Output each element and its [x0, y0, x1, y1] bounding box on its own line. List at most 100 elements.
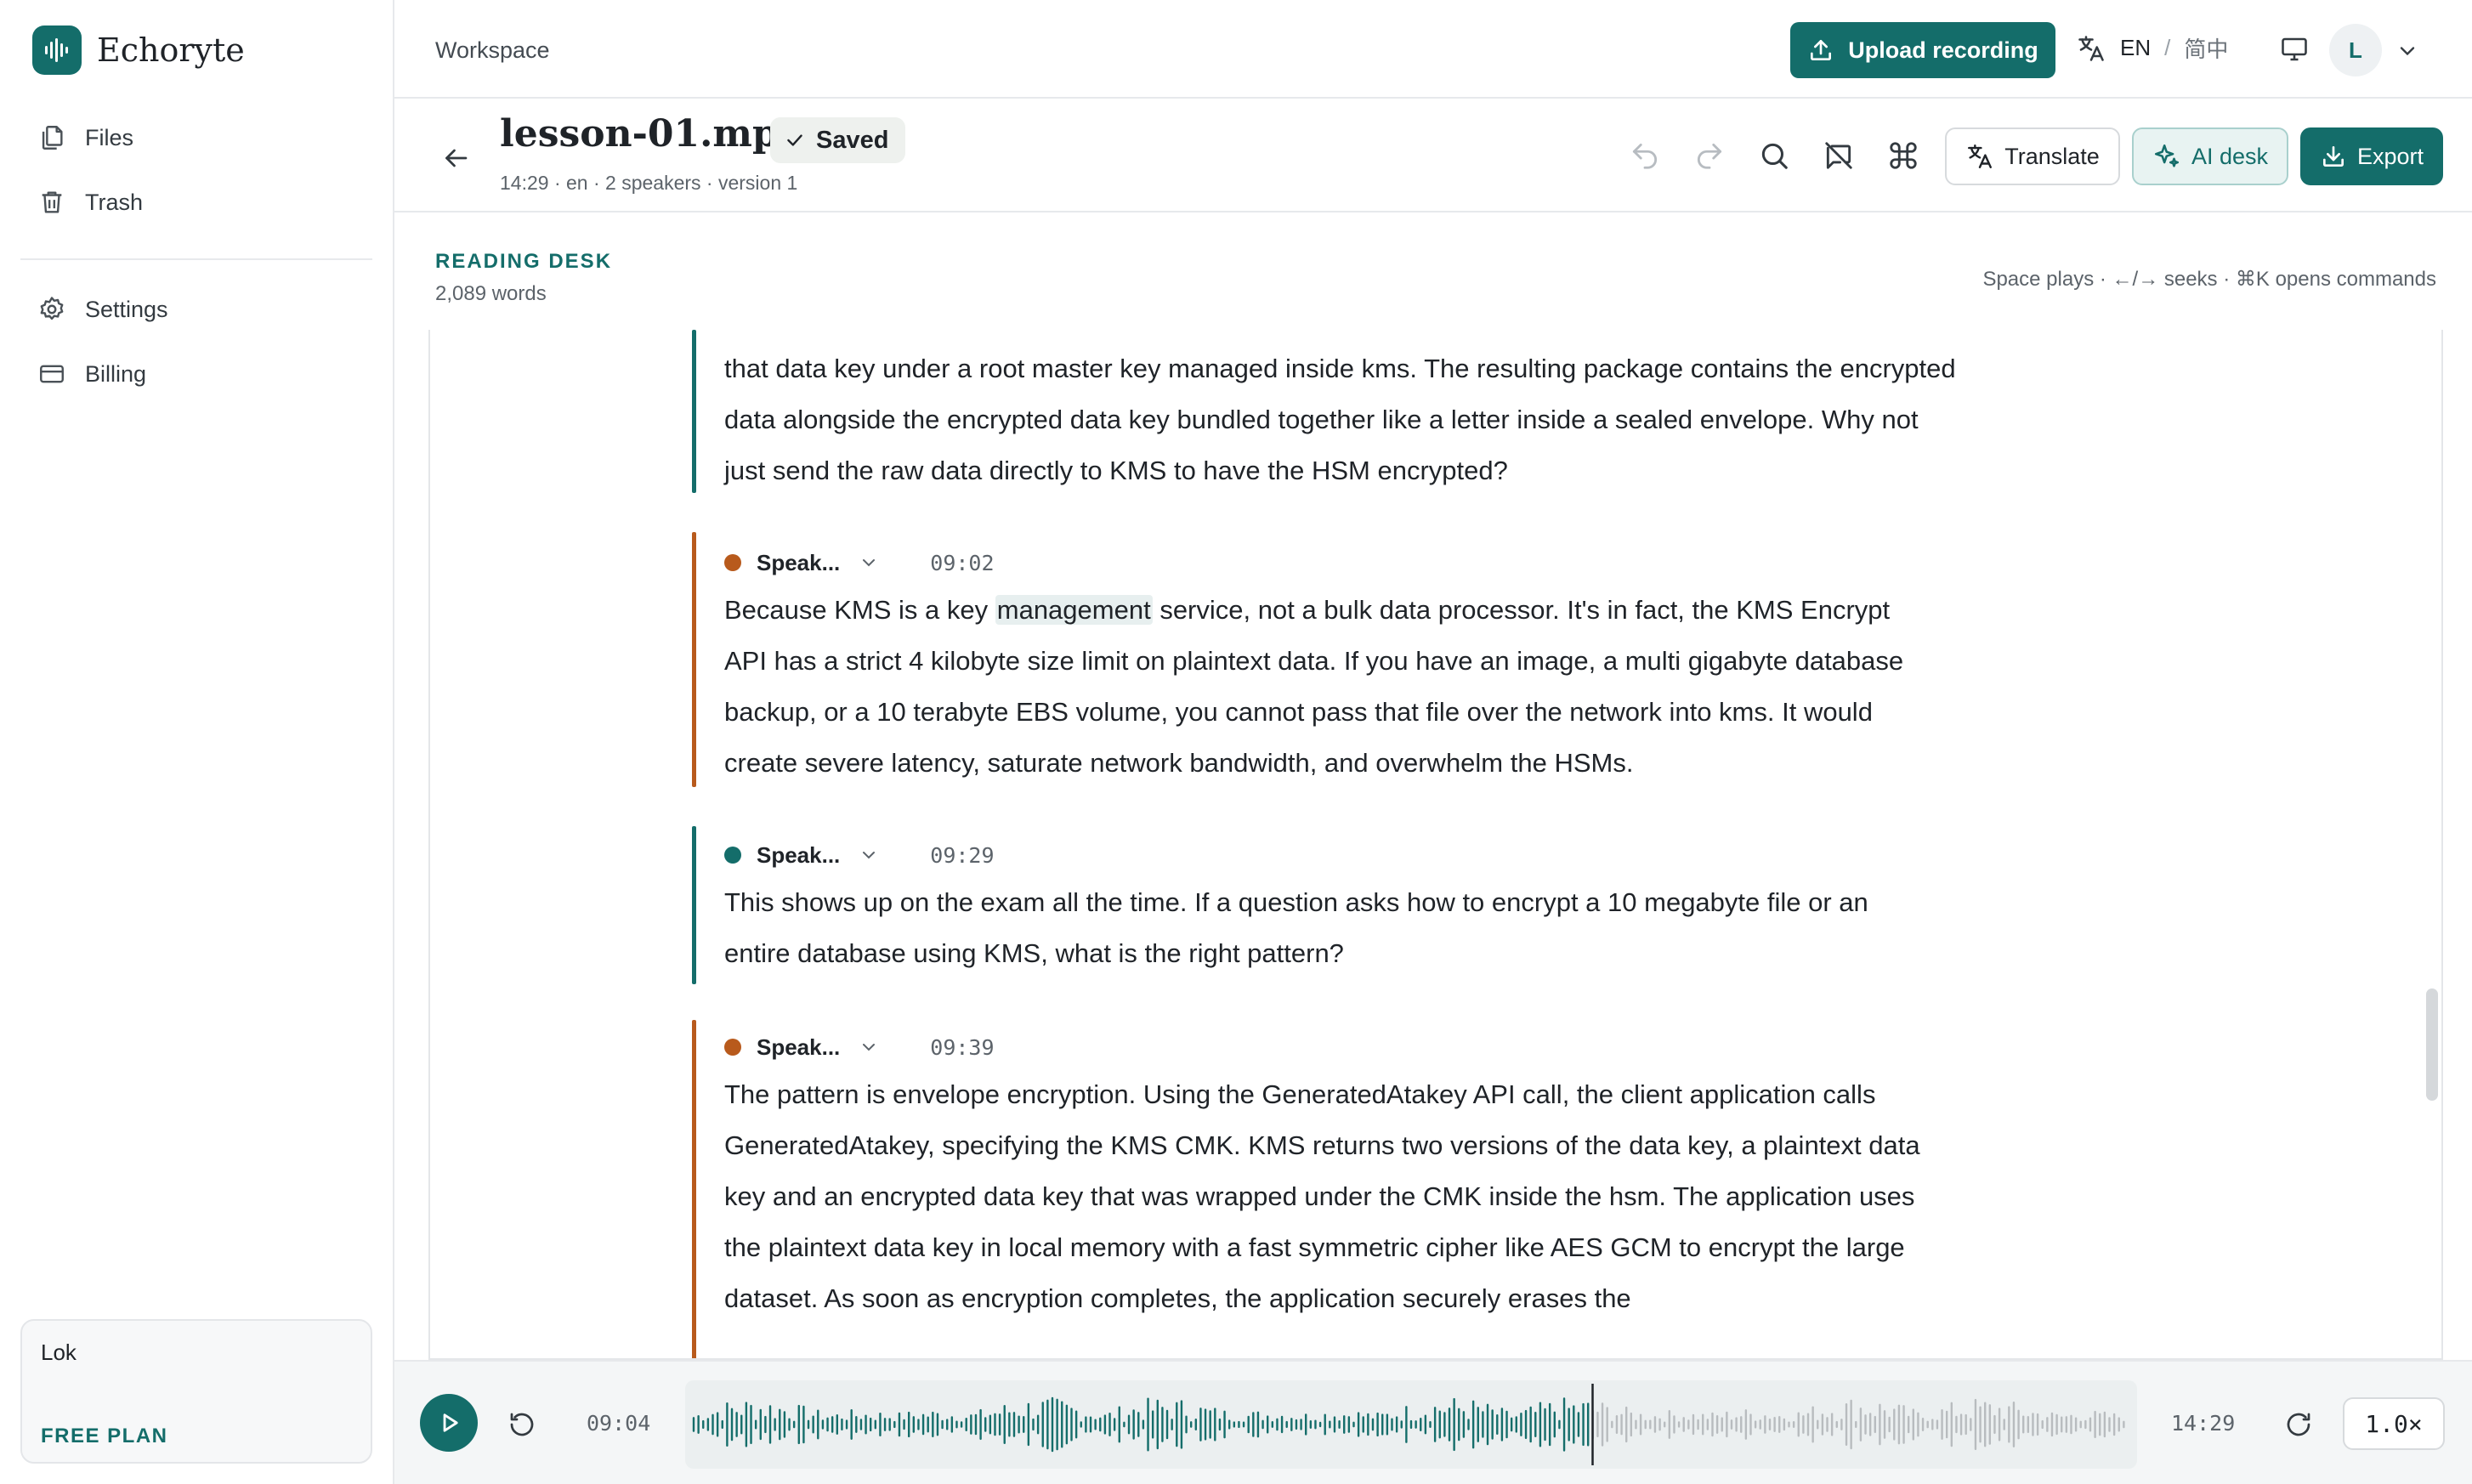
play-button[interactable] — [420, 1394, 478, 1452]
segment-line: backup, or a 10 terabyte EBS volume, you… — [724, 697, 1873, 727]
sidebar-item-settings[interactable]: Settings — [20, 277, 374, 342]
segment-timestamp[interactable]: 09:29 — [930, 843, 994, 868]
nav-primary: Files Trash — [20, 105, 374, 235]
translate-button[interactable]: Translate — [1945, 127, 2120, 185]
check-icon — [787, 134, 802, 146]
speaker-name[interactable]: Speak... — [757, 1034, 840, 1061]
chevron-down-icon[interactable] — [2395, 39, 2419, 63]
language-switcher[interactable]: EN / 简中 — [2076, 32, 2228, 64]
translate-label: Translate — [2004, 143, 2100, 169]
transcript-segment[interactable]: that data key under a root master key ma… — [692, 330, 2137, 493]
sidebar-item-label: Billing — [85, 360, 147, 387]
account-name: Lok — [41, 1340, 77, 1365]
segment-line: key and an encrypted data key that was w… — [724, 1181, 1915, 1211]
language-current[interactable]: EN — [2120, 35, 2151, 61]
speaker-dot — [724, 554, 741, 571]
app-name: Echoryte — [97, 31, 245, 69]
download-icon — [2322, 146, 2344, 167]
avatar[interactable]: L — [2329, 24, 2382, 76]
nav-secondary: Settings Billing — [20, 277, 374, 406]
segment-line: This shows up on the exam all the time. … — [724, 887, 1868, 917]
segment-line: dataset. As soon as encryption completes… — [724, 1283, 1631, 1313]
chevron-down-icon[interactable] — [859, 552, 879, 573]
segment-line: GeneratedAtakey, specifying the KMS CMK.… — [724, 1130, 1920, 1160]
transcript-panel[interactable]: that data key under a root master key ma… — [428, 330, 2443, 1360]
rewind-icon[interactable] — [507, 1409, 537, 1440]
speaker-name[interactable]: Speak... — [757, 550, 840, 576]
chevron-down-icon[interactable] — [859, 1037, 879, 1057]
search-icon[interactable] — [1758, 139, 1790, 172]
ai-desk-button[interactable]: AI desk — [2132, 127, 2288, 185]
current-time: 09:04 — [587, 1411, 651, 1436]
sidebar-item-files[interactable]: Files — [20, 105, 374, 170]
segment-line: entire database using KMS, what is the r… — [724, 938, 1344, 968]
audio-player: 09:04 14:29 1.0× — [394, 1360, 2472, 1484]
brand[interactable]: Echoryte — [32, 25, 245, 75]
translate-icon — [2078, 35, 2104, 61]
segment-line: that data key under a root master key ma… — [724, 354, 1956, 383]
chevron-down-icon[interactable] — [859, 845, 879, 865]
sparkles-icon — [2154, 144, 2179, 167]
language-alt[interactable]: 简中 — [2184, 32, 2228, 64]
segment-header: Speak... 09:02 — [724, 535, 995, 590]
ai-desk-label: AI desk — [2191, 143, 2269, 169]
upload-recording-label: Upload recording — [1848, 37, 2038, 63]
segment-text[interactable]: The pattern is envelope encryption. Usin… — [724, 1069, 2118, 1324]
segment-line: Because KMS is a key management service,… — [724, 585, 2118, 636]
transcript-scrollbar[interactable] — [2426, 988, 2438, 1101]
gear-icon — [40, 297, 64, 320]
highlighted-word[interactable]: management — [995, 595, 1153, 625]
segment-timestamp[interactable]: 09:02 — [930, 551, 994, 575]
sidebar: Echoryte Files Trash Settings Billing Lo… — [0, 0, 394, 1484]
export-button[interactable]: Export — [2300, 127, 2443, 185]
transcript-segment[interactable]: Speak... 09:02 Because KMS is a key mana… — [692, 532, 2137, 787]
keyboard-hint: Space plays · ←/→ seeks · ⌘K opens comma… — [1982, 268, 2436, 291]
breadcrumb[interactable]: Workspace — [435, 37, 550, 64]
speaker-name[interactable]: Speak... — [757, 842, 840, 869]
redo-icon[interactable] — [1693, 139, 1726, 172]
undo-icon[interactable] — [1629, 139, 1661, 172]
upload-icon — [1811, 40, 1832, 60]
duration-time: 14:29 — [2171, 1411, 2236, 1436]
sidebar-item-trash[interactable]: Trash — [20, 170, 374, 235]
credit-card-icon — [40, 365, 64, 383]
upload-recording-button[interactable]: Upload recording — [1790, 22, 2055, 78]
waveform-logo-icon — [32, 25, 82, 75]
segment-text[interactable]: Because KMS is a key management service,… — [724, 585, 2118, 789]
segment-text[interactable]: that data key under a root master key ma… — [724, 343, 2118, 496]
segment-line: the plaintext data key in local memory w… — [724, 1232, 1905, 1262]
playback-speed[interactable]: 1.0× — [2343, 1397, 2445, 1450]
segment-text[interactable]: This shows up on the exam all the time. … — [724, 877, 2118, 979]
export-label: Export — [2356, 143, 2424, 169]
segment-line-start: Because KMS is a key — [724, 595, 995, 625]
command-icon[interactable] — [1887, 139, 1919, 172]
segment-line: The pattern is envelope encryption. Usin… — [724, 1079, 1876, 1109]
comments-off-icon[interactable] — [1823, 139, 1855, 172]
file-meta: 14:29 · en · 2 speakers · version 1 — [500, 172, 798, 194]
segment-line: API has a strict 4 kilobyte size limit o… — [724, 646, 1904, 676]
segment-timestamp[interactable]: 09:39 — [930, 1035, 994, 1060]
sidebar-item-billing[interactable]: Billing — [20, 342, 374, 406]
segment-header: Speak... 09:29 — [724, 828, 995, 882]
speaker-color-bar — [692, 532, 696, 787]
language-separator: / — [2164, 35, 2171, 60]
speaker-dot — [724, 1039, 741, 1056]
waveform-scrubber[interactable] — [685, 1380, 2137, 1469]
account-card[interactable]: Lok FREE PLAN — [20, 1319, 372, 1464]
monitor-icon[interactable] — [2278, 34, 2310, 65]
segment-line: data alongside the encrypted data key bu… — [724, 405, 1919, 434]
sidebar-item-label: Trash — [85, 189, 144, 215]
play-icon — [443, 1413, 458, 1432]
saved-status-label: Saved — [816, 126, 889, 154]
segment-line: create severe latency, saturate network … — [724, 748, 1634, 778]
translate-icon — [1968, 144, 1993, 168]
forward-icon[interactable] — [2283, 1409, 2314, 1440]
sidebar-item-label: Files — [85, 124, 134, 150]
trash-icon — [42, 191, 62, 213]
sidebar-item-label: Settings — [85, 296, 168, 322]
saved-status-badge: Saved — [770, 117, 906, 163]
transcript-segment[interactable]: Speak... 09:29 This shows up on the exam… — [692, 826, 2137, 984]
transcript-segment[interactable]: Speak... 09:39 The pattern is envelope e… — [692, 1020, 2137, 1358]
back-arrow-icon[interactable] — [440, 143, 471, 173]
file-title[interactable]: lesson-01.mp3 — [500, 112, 804, 156]
